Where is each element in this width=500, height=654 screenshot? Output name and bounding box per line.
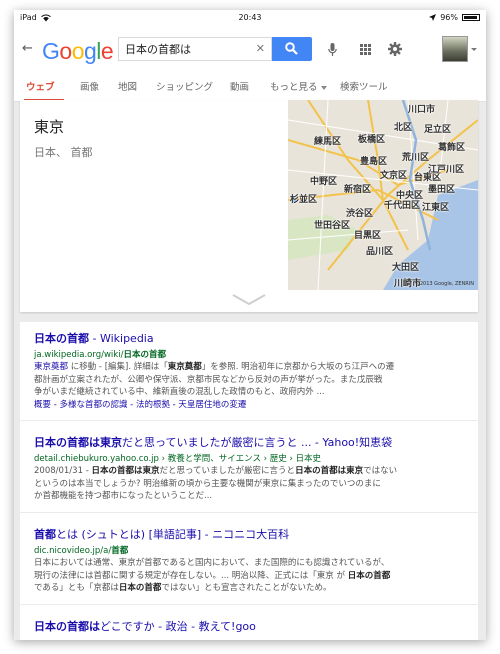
map-label-itabashi: 板橋区 bbox=[358, 135, 386, 145]
account-caret-icon[interactable] bbox=[471, 48, 477, 51]
result-snippet: 日本においては通常、東京が首都であると国内において、また国際的にも認識されている… bbox=[34, 558, 391, 593]
map-label-koto: 江東区 bbox=[422, 203, 450, 213]
search-header: ← Google ✕ bbox=[14, 26, 486, 72]
knowledge-card: 東京 日本、 首都 川口市 北区 足立区 練馬区 板橋区 葛飾区 豊島区 荒川区… bbox=[20, 100, 478, 312]
result-wikipedia: 日本の首都 - Wikipedia ja.wikipedia.org/wiki/… bbox=[34, 332, 464, 411]
expand-chevron-icon[interactable] bbox=[232, 294, 266, 306]
apps-grid-icon[interactable] bbox=[360, 44, 371, 55]
result-snippet: 東京奠都 に移動 - [編集]. 詳細は「東京奠都」を参照. 明治初年に京都から… bbox=[34, 362, 395, 397]
map-label-edogawa: 江戸川区 bbox=[428, 165, 465, 175]
map-label-katsushika: 葛飾区 bbox=[438, 143, 466, 153]
chevron-down-icon bbox=[320, 85, 327, 90]
search-tabs: ウェブ 画像 地図 ショッピング 動画 もっと見る 検索ツール bbox=[14, 72, 486, 102]
tab-web[interactable]: ウェブ bbox=[26, 79, 55, 93]
search-icon bbox=[285, 42, 298, 55]
result-nicovideo: 首都とは (シュトとは) [単語記事] - ニコニコ大百科 dic.nicovi… bbox=[34, 528, 464, 595]
map-label-shinagawa: 品川区 bbox=[366, 247, 394, 257]
map-label-shinjuku: 新宿区 bbox=[344, 185, 372, 195]
battery-percent: 96% bbox=[440, 13, 458, 22]
location-arrow-icon bbox=[429, 14, 437, 21]
map-label-ota: 大田区 bbox=[392, 263, 420, 273]
map-label-toshima: 豊島区 bbox=[360, 157, 388, 167]
tab-maps[interactable]: 地図 bbox=[118, 79, 137, 93]
answer-subtitle: 日本、 首都 bbox=[34, 146, 93, 159]
map-label-suginami: 杉並区 bbox=[290, 195, 318, 205]
result-url: ja.wikipedia.org/wiki/日本の首都 bbox=[34, 350, 166, 360]
status-bar: iPad 20:43 96% bbox=[14, 10, 486, 26]
result-url: detail.chiebukuro.yahoo.co.jp › 教養と学問、サイ… bbox=[34, 454, 322, 464]
tab-more-label: もっと見る bbox=[270, 82, 318, 93]
search-box[interactable]: ✕ bbox=[118, 37, 272, 61]
map-label-kita: 北区 bbox=[394, 123, 413, 133]
divider bbox=[20, 512, 478, 513]
map-label-adachi: 足立区 bbox=[424, 125, 452, 135]
tab-more[interactable]: もっと見る bbox=[270, 79, 327, 93]
gear-icon[interactable] bbox=[388, 42, 402, 56]
tokyo-map[interactable]: 川口市 北区 足立区 練馬区 板橋区 葛飾区 豊島区 荒川区 文京区 台東区 新… bbox=[288, 100, 478, 290]
map-label-chuo: 中央区 bbox=[396, 191, 424, 201]
map-label-nakano: 中野区 bbox=[310, 177, 338, 187]
tab-search-tools[interactable]: 検索ツール bbox=[340, 79, 388, 93]
result-url: dic.nicovideo.jp/a/首都 bbox=[34, 546, 129, 556]
divider bbox=[20, 420, 478, 421]
account-avatar[interactable] bbox=[442, 36, 468, 62]
clear-icon[interactable]: ✕ bbox=[256, 42, 265, 55]
ipad-screen: iPad 20:43 96% ← Google ✕ bbox=[14, 10, 486, 640]
result-snippet: 2008/01/31 - 日本の首都は東京だと思っていましたが厳密に言うと日本の… bbox=[34, 466, 398, 501]
clock: 20:43 bbox=[238, 13, 262, 22]
map-label-sumida: 墨田区 bbox=[428, 185, 456, 195]
battery-icon bbox=[462, 14, 480, 21]
microphone-icon[interactable] bbox=[328, 43, 337, 57]
result-title[interactable]: 首都とは (シュトとは) [単語記事] - ニコニコ大百科 bbox=[34, 528, 464, 542]
tab-videos[interactable]: 動画 bbox=[230, 79, 249, 93]
back-arrow-icon[interactable]: ← bbox=[22, 41, 33, 56]
result-oshiete-goo: 日本の首都はどこですか - 政治 - 教えて!goo bbox=[34, 620, 464, 634]
map-label-arakawa: 荒川区 bbox=[402, 153, 430, 163]
map-label-setagaya: 世田谷区 bbox=[314, 221, 351, 231]
answer-title[interactable]: 東京 bbox=[34, 116, 64, 137]
result-yahoo-chiebukuro: 日本の首都は東京だと思っていましたが厳密に言うと ... - Yahoo!知恵袋… bbox=[34, 436, 464, 503]
map-label-meguro: 目黒区 bbox=[354, 231, 382, 241]
divider bbox=[20, 604, 478, 605]
map-label-bunkyo: 文京区 bbox=[380, 171, 408, 181]
google-logo[interactable]: Google bbox=[42, 38, 114, 65]
search-results: 日本の首都 - Wikipedia ja.wikipedia.org/wiki/… bbox=[20, 322, 478, 640]
map-label-nerima: 練馬区 bbox=[314, 137, 342, 147]
tab-images[interactable]: 画像 bbox=[80, 79, 99, 93]
result-title[interactable]: 日本の首都はどこですか - 政治 - 教えて!goo bbox=[34, 620, 464, 634]
result-title[interactable]: 日本の首都 - Wikipedia bbox=[34, 332, 464, 346]
result-sitelinks[interactable]: 概要 - 多様な首都の認識 - 法的根拠 - 天皇居住地の変遷 bbox=[34, 399, 464, 412]
map-label-shibuya: 渋谷区 bbox=[346, 209, 374, 219]
search-input[interactable] bbox=[119, 38, 239, 60]
map-label-kawaguchi: 川口市 bbox=[408, 105, 436, 115]
result-title[interactable]: 日本の首都は東京だと思っていましたが厳密に言うと ... - Yahoo!知恵袋 bbox=[34, 436, 464, 450]
search-button[interactable] bbox=[272, 37, 312, 61]
tab-shopping[interactable]: ショッピング bbox=[156, 79, 213, 93]
map-copyright: ©2013 Google, ZENRIN bbox=[414, 281, 474, 287]
